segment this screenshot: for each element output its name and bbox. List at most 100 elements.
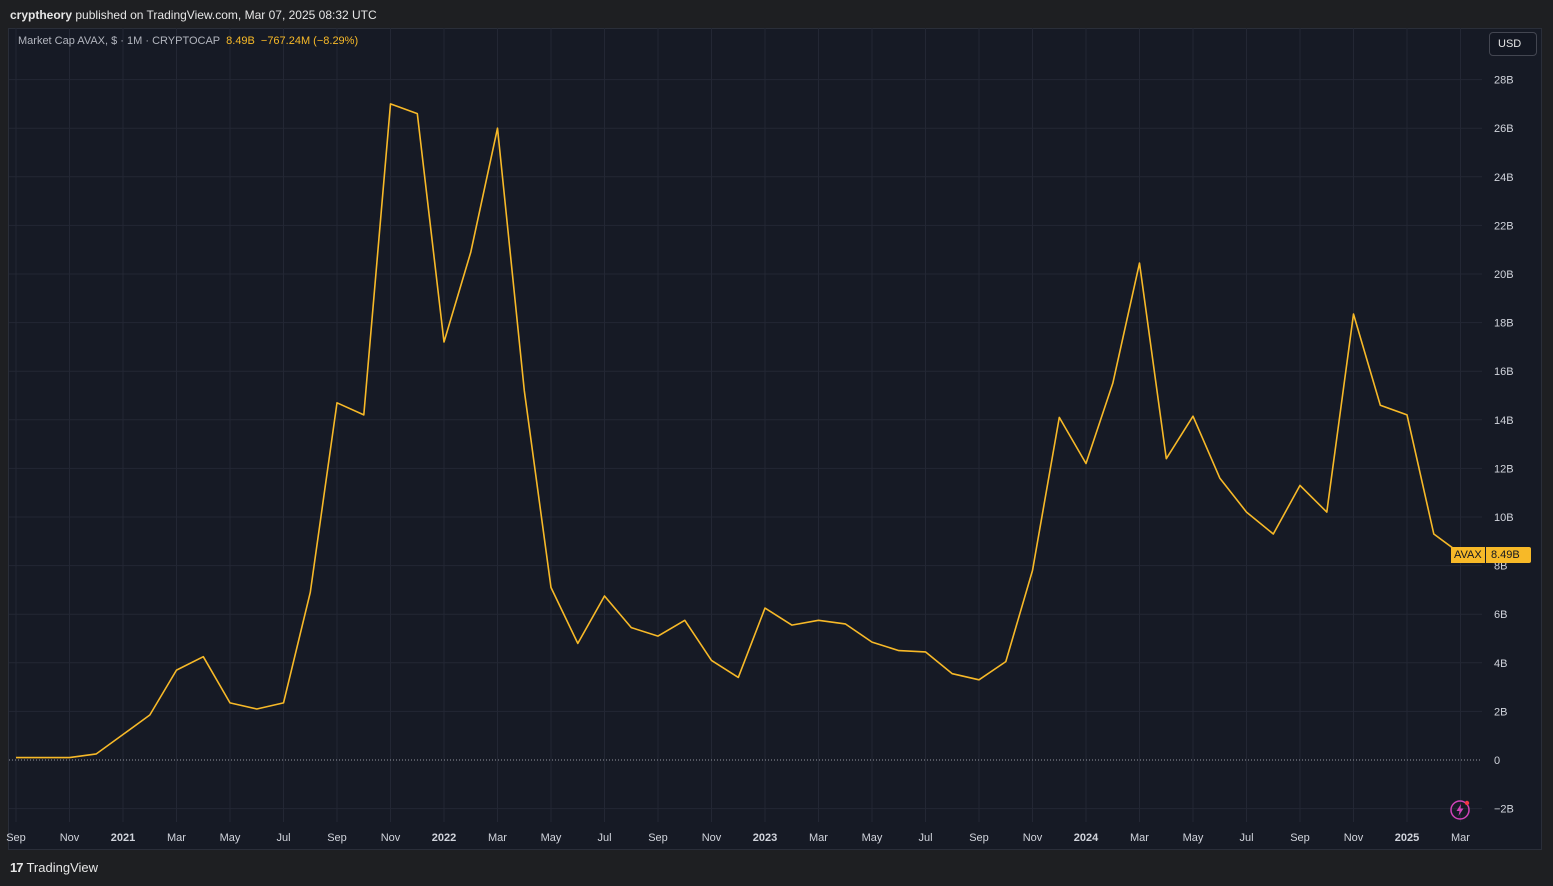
- data-point: [1326, 511, 1328, 513]
- data-point: [496, 127, 498, 129]
- price-tag-symbol: AVAX: [1451, 547, 1485, 563]
- y-tick-label: 10B: [1494, 512, 1514, 524]
- data-point: [978, 679, 980, 681]
- data-point: [1379, 404, 1381, 406]
- data-point: [1058, 416, 1060, 418]
- data-point: [737, 676, 739, 678]
- y-tick-label: 4B: [1494, 658, 1507, 670]
- y-axis: 28B26B24B22B20B18B16B14B12B10B8B6B4B2B0−…: [1494, 75, 1514, 816]
- tradingview-logo[interactable]: 17 TradingView: [10, 860, 98, 876]
- chart-legend[interactable]: Market Cap AVAX, $ · 1M · CRYPTOCAP 8.49B…: [18, 35, 358, 47]
- data-point: [791, 624, 793, 626]
- data-point: [764, 607, 766, 609]
- data-point: [924, 651, 926, 653]
- data-point: [309, 591, 311, 593]
- x-axis: Sep Nov 2021 Mar May Jul Sep Nov 2022 Mar May Jul Se…: [6, 832, 1470, 844]
- y-tick-label: 26B: [1494, 123, 1514, 135]
- x-tick-label: May: [220, 832, 241, 844]
- data-point: [1005, 660, 1007, 662]
- data-point: [1245, 511, 1247, 513]
- data-point: [15, 756, 17, 758]
- x-tick-label: Mar: [167, 832, 186, 844]
- line-chart[interactable]: Sep Nov 2021 Mar May Jul Sep Nov 2022 Mar May Jul Se…: [0, 0, 1553, 886]
- data-point: [1406, 414, 1408, 416]
- y-tick-label: 28B: [1494, 75, 1514, 87]
- x-tick-label: 2024: [1074, 832, 1099, 844]
- data-point: [1352, 313, 1354, 315]
- data-point: [175, 669, 177, 671]
- x-tick-label: May: [862, 832, 883, 844]
- y-tick-label: 14B: [1494, 415, 1514, 427]
- data-point: [149, 714, 151, 716]
- data-point: [389, 103, 391, 105]
- currency-button[interactable]: USD: [1489, 32, 1537, 56]
- data-point: [603, 595, 605, 597]
- x-tick-label: 2022: [432, 832, 456, 844]
- x-tick-label: Nov: [60, 832, 80, 844]
- y-tick-label: 22B: [1494, 220, 1514, 232]
- data-point: [871, 641, 873, 643]
- y-tick-label: 20B: [1494, 269, 1514, 281]
- data-point: [229, 702, 231, 704]
- x-tick-label: Mar: [488, 832, 507, 844]
- x-tick-label: Mar: [1130, 832, 1149, 844]
- data-point: [1031, 569, 1033, 571]
- x-tick-label: Sep: [969, 832, 989, 844]
- data-point: [443, 341, 445, 343]
- x-tick-label: Nov: [1344, 832, 1364, 844]
- legend-symbol: Market Cap AVAX, $ · 1M · CRYPTOCAP: [18, 35, 221, 47]
- data-point: [122, 733, 124, 735]
- x-tick-label: May: [541, 832, 562, 844]
- y-tick-label: 6B: [1494, 609, 1507, 621]
- data-point: [523, 389, 525, 391]
- series-line: [15, 103, 1461, 759]
- data-point: [550, 586, 552, 588]
- tradingview-logo-text: TradingView: [26, 860, 99, 875]
- y-tick-label: 16B: [1494, 366, 1514, 378]
- data-point: [1219, 477, 1221, 479]
- x-tick-label: Nov: [1023, 832, 1043, 844]
- x-tick-label: Jul: [1239, 832, 1253, 844]
- x-tick-label: Sep: [6, 832, 26, 844]
- data-point: [657, 635, 659, 637]
- data-point: [710, 659, 712, 661]
- x-tick-label: Nov: [381, 832, 401, 844]
- x-tick-label: Jul: [597, 832, 611, 844]
- legend-change: −767.24M (−8.29%): [260, 35, 359, 47]
- data-point: [1138, 262, 1140, 264]
- data-point: [363, 414, 365, 416]
- data-point: [68, 756, 70, 758]
- tradingview-logo-icon: 17: [10, 860, 24, 875]
- data-point: [95, 753, 97, 755]
- x-tick-label: 2023: [753, 832, 777, 844]
- data-point: [577, 642, 579, 644]
- data-point: [817, 619, 819, 621]
- x-tick-label: Nov: [702, 832, 722, 844]
- x-tick-label: Sep: [648, 832, 668, 844]
- y-tick-label: 18B: [1494, 318, 1514, 330]
- data-point: [684, 619, 686, 621]
- data-point: [256, 708, 258, 710]
- data-point: [951, 673, 953, 675]
- y-tick-label: 0: [1494, 755, 1500, 767]
- data-point: [1272, 533, 1274, 535]
- y-tick-label: 12B: [1494, 463, 1514, 475]
- x-tick-label: Jul: [276, 832, 290, 844]
- bottom-bar: [0, 851, 1553, 886]
- lightning-bolt-icon[interactable]: [1449, 799, 1471, 821]
- x-tick-label: May: [1183, 832, 1204, 844]
- legend-value: 8.49B: [226, 35, 255, 47]
- x-tick-label: Sep: [1290, 832, 1310, 844]
- data-point: [1299, 484, 1301, 486]
- data-point: [1192, 415, 1194, 417]
- y-tick-label: −2B: [1494, 804, 1514, 816]
- data-point: [416, 112, 418, 114]
- y-tick-label: 24B: [1494, 172, 1514, 184]
- x-tick-label: 2025: [1395, 832, 1419, 844]
- data-point: [1085, 462, 1087, 464]
- x-tick-label: Sep: [327, 832, 347, 844]
- x-tick-label: Mar: [1451, 832, 1470, 844]
- y-tick-label: 2B: [1494, 706, 1507, 718]
- data-point: [202, 656, 204, 658]
- data-point: [282, 702, 284, 704]
